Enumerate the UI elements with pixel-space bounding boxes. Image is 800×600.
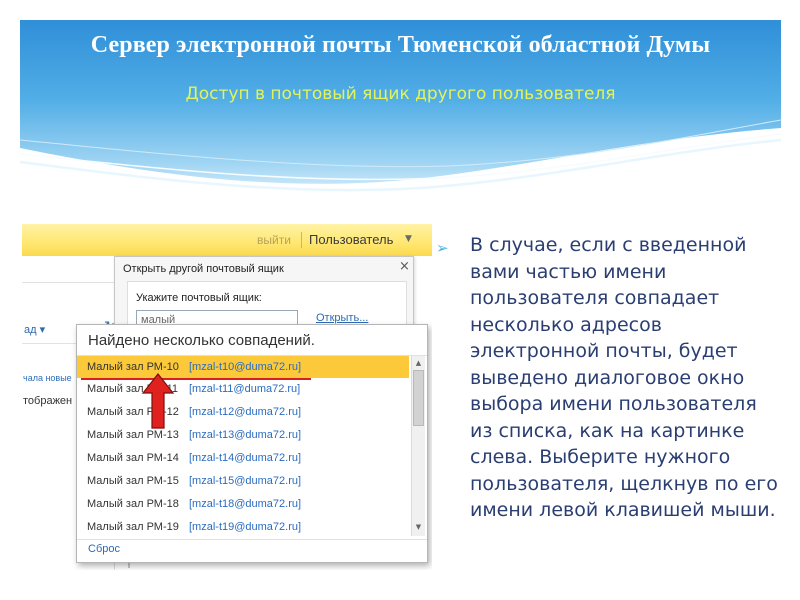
- match-row[interactable]: Малый зал РМ-14 [mzal-t14@duma72.ru]: [77, 447, 409, 469]
- slide-title: Сервер электронной почты Тюменской облас…: [90, 32, 711, 58]
- match-row[interactable]: Малый зал РМ-18 [mzal-t18@duma72.ru]: [77, 493, 409, 515]
- match-name: Малый зал РМ-14: [87, 452, 179, 464]
- divider: [22, 282, 114, 283]
- reset-link[interactable]: Сброс: [88, 543, 120, 555]
- folder-dropdown-fragment[interactable]: ад ▾: [24, 323, 45, 336]
- red-arrow-icon: [141, 373, 175, 429]
- slide-header: Сервер электронной почты Тюменской облас…: [20, 20, 781, 198]
- close-icon[interactable]: ×: [399, 259, 410, 274]
- slide-subtitle: Доступ в почтовый ящик другого пользоват…: [185, 84, 616, 104]
- match-email: [mzal-t13@duma72.ru]: [189, 429, 302, 441]
- chevron-down-icon[interactable]: ▼: [405, 234, 412, 244]
- match-name: Малый зал РМ-18: [87, 498, 179, 510]
- match-row[interactable]: Малый зал РМ-15 [mzal-t15@duma72.ru]: [77, 470, 409, 492]
- open-link[interactable]: Открыть...: [316, 312, 368, 324]
- scroll-up-icon[interactable]: ▲: [413, 358, 424, 369]
- match-row[interactable]: Малый зал РМ-12 [mzal-t12@duma72.ru]: [77, 401, 409, 423]
- divider: [77, 539, 427, 540]
- match-row[interactable]: Малый зал РМ-19 [mzal-t19@duma72.ru]: [77, 516, 409, 538]
- instruction-paragraph: В случае, если с введенной вами частью и…: [470, 234, 778, 521]
- match-email: [mzal-t15@duma72.ru]: [189, 475, 302, 487]
- logout-link[interactable]: выйти: [257, 233, 291, 247]
- match-email: [mzal-t18@duma72.ru]: [189, 498, 302, 510]
- start-new-fragment[interactable]: чала новые: [23, 373, 72, 383]
- match-row[interactable]: Малый зал РМ-11 [mzal-t11@duma72.ru]: [77, 378, 409, 400]
- match-row[interactable]: Малый зал РМ-13 [mzal-t13@duma72.ru]: [77, 424, 409, 446]
- scrollbar[interactable]: ▲ ▼: [411, 356, 425, 536]
- top-ribbon: выйти Пользователь ▼: [22, 224, 432, 256]
- matches-header: Найдено несколько совпадений.: [88, 332, 315, 349]
- scroll-down-icon[interactable]: ▼: [413, 522, 424, 533]
- match-name: Малый зал РМ-19: [87, 521, 179, 533]
- display-fragment: тображен: [23, 395, 73, 407]
- arrow-bullet-icon: ➢: [436, 239, 449, 257]
- match-email: [mzal-t11@duma72.ru]: [189, 383, 301, 395]
- user-menu-button[interactable]: Пользователь: [309, 232, 393, 247]
- match-row[interactable]: Малый зал РМ-10 [mzal-t10@duma72.ru]: [77, 356, 409, 380]
- match-name: Малый зал РМ-15: [87, 475, 179, 487]
- ribbon-separator: [301, 232, 302, 248]
- matches-dropdown: Найдено несколько совпадений. Малый зал …: [76, 324, 428, 563]
- scroll-thumb[interactable]: [413, 370, 424, 426]
- embedded-screenshot: выйти Пользователь ▼ ад ▾ ↻ чала новые т…: [22, 224, 432, 570]
- match-email: [mzal-t14@duma72.ru]: [189, 452, 302, 464]
- match-email: [mzal-t12@duma72.ru]: [189, 406, 302, 418]
- match-email: [mzal-t19@duma72.ru]: [189, 521, 302, 533]
- dialog-title: Открыть другой почтовый ящик: [123, 263, 284, 275]
- mailbox-label: Укажите почтовый ящик:: [136, 292, 262, 304]
- match-email: [mzal-t10@duma72.ru]: [189, 361, 302, 373]
